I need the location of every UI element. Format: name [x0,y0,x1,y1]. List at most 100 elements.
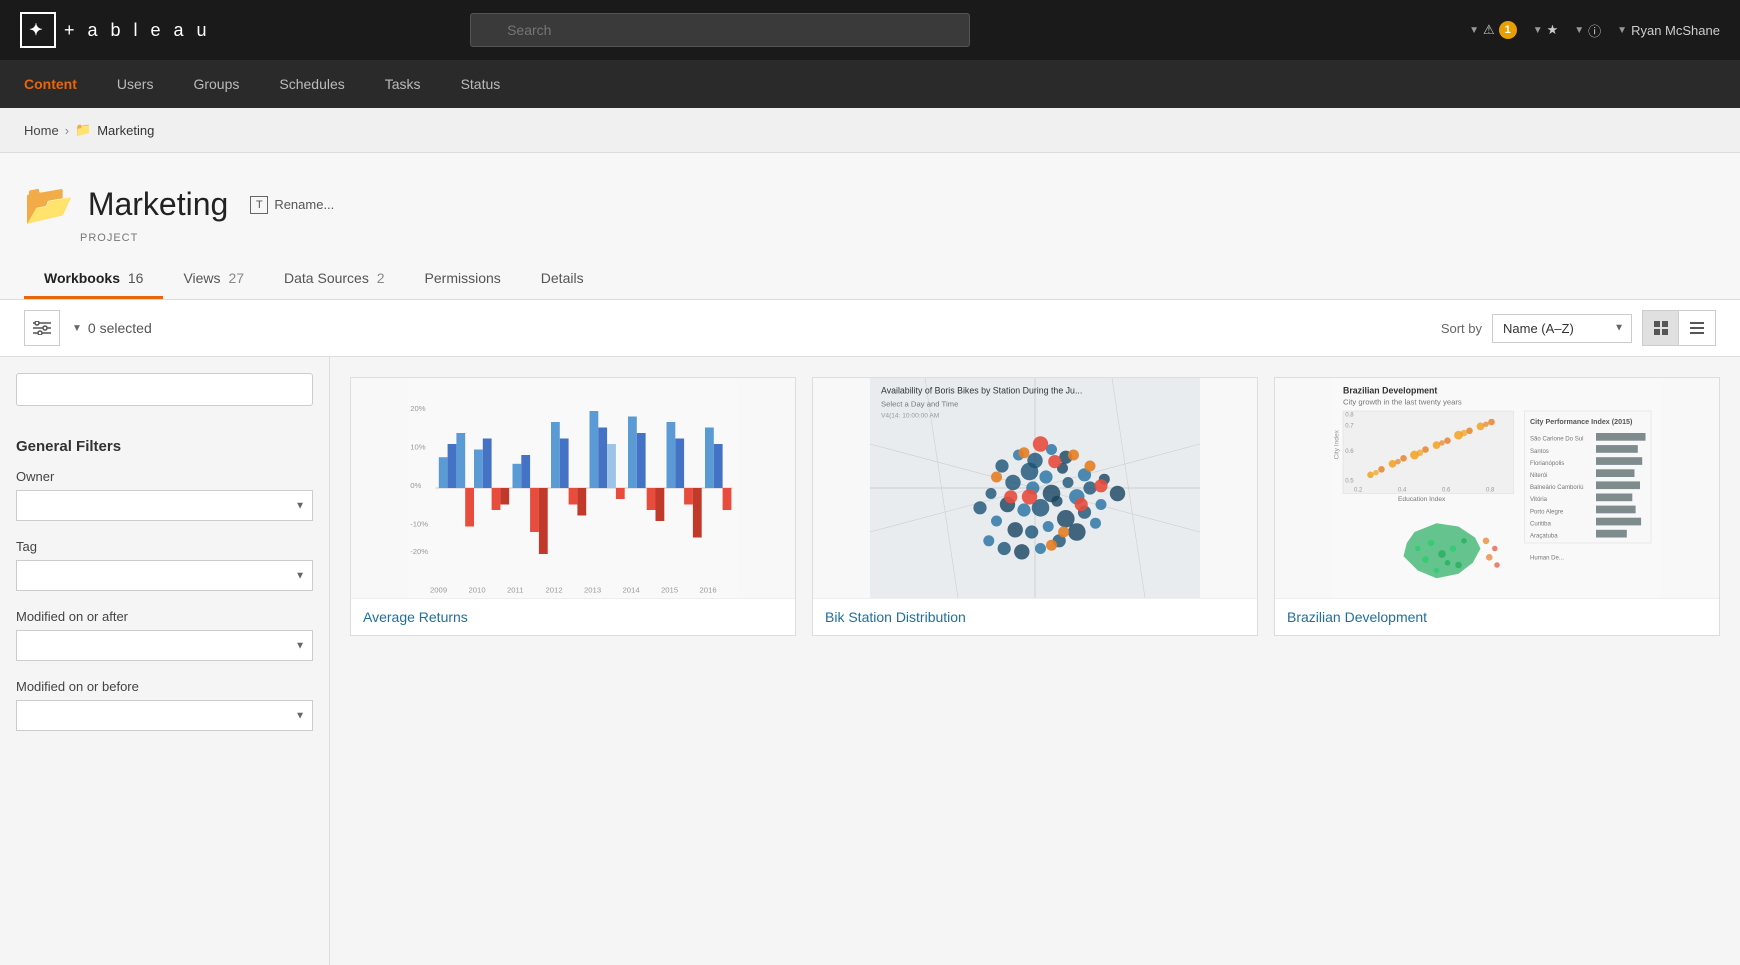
svg-text:City Performance Index (2015): City Performance Index (2015) [1530,418,1633,426]
breadcrumb-home[interactable]: Home [24,123,59,138]
project-type: PROJECT [24,232,1716,244]
svg-text:São Carlone Do Sul: São Carlone Do Sul [1530,437,1583,443]
user-menu-button[interactable]: ▼ Ryan McShane [1617,23,1720,38]
svg-text:0.8: 0.8 [1345,413,1354,419]
svg-text:2011: 2011 [507,586,524,595]
svg-text:Select a Day and Time: Select a Day and Time [881,400,958,409]
search-input[interactable] [470,13,970,47]
svg-text:0.7: 0.7 [1345,424,1354,430]
svg-text:V4(14: 10:00:00 AM: V4(14: 10:00:00 AM [881,413,939,420]
svg-text:City growth in the last twenty: City growth in the last twenty years [1343,397,1462,406]
tab-views-label: Views [183,270,220,286]
nav-users[interactable]: Users [117,62,154,106]
filter-owner-select[interactable] [16,490,313,521]
filter-icon [33,321,51,335]
svg-text:10%: 10% [410,443,426,452]
svg-text:Vitória: Vitória [1530,497,1548,503]
project-title-row: 📂 Marketing T Rename... [24,181,1716,228]
svg-text:Brazilian Development: Brazilian Development [1343,385,1437,395]
workbook-title-bik-station: Bik Station Distribution [813,598,1257,635]
filter-group-tag: Tag [16,539,313,591]
breadcrumb-current: Marketing [97,123,154,138]
svg-text:2010: 2010 [469,586,486,595]
filter-owner-label: Owner [16,469,313,484]
tab-workbooks[interactable]: Workbooks 16 [24,260,163,299]
tab-details[interactable]: Details [521,260,604,299]
tabs: Workbooks 16 Views 27 Data Sources 2 Per… [24,260,1716,299]
svg-text:2016: 2016 [700,586,717,595]
rename-label: Rename... [274,197,334,212]
grid-view-button[interactable] [1643,311,1679,345]
svg-text:Niterói: Niterói [1530,473,1547,479]
list-view-button[interactable] [1679,311,1715,345]
user-chevron: ▼ [1617,25,1627,36]
project-folder-icon: 📂 [24,181,74,228]
info-button[interactable]: ▼ ⓘ [1574,21,1601,40]
info-chevron: ▼ [1574,25,1584,36]
nav-groups[interactable]: Groups [193,62,239,106]
filter-modified-before-select[interactable] [16,700,313,731]
workbook-card-brazilian-dev[interactable]: Brazilian Development City growth in the… [1274,377,1720,636]
tab-data-sources-label: Data Sources [284,270,369,286]
filter-modified-after-select[interactable] [16,630,313,661]
tab-views[interactable]: Views 27 [163,260,264,299]
svg-text:-20%: -20% [410,547,428,556]
workbook-title-average-returns: Average Returns [351,598,795,635]
svg-text:20%: 20% [410,404,426,413]
filter-tag-wrapper [16,560,313,591]
star-icon: ★ [1547,22,1559,38]
svg-text:2009: 2009 [430,586,447,595]
alert-button[interactable]: ▼ ⚠ 1 [1469,21,1517,39]
tab-workbooks-count: 16 [128,270,144,286]
brazilian-dev-chart: Brazilian Development City growth in the… [1275,378,1719,598]
project-title: Marketing [88,186,229,223]
card-thumbnail-average-returns: 2009 2010 2011 2012 2013 2014 2015 2016 … [351,378,795,598]
workbook-card-bik-station[interactable]: Availability of Boris Bikes by Station D… [812,377,1258,636]
sort-select-wrapper: Name (A–Z) Name (Z–A) Date Modified Date… [1492,314,1632,343]
svg-text:Araçatuba: Araçatuba [1530,534,1558,540]
sidebar-search-input[interactable] [16,373,313,406]
chevron-down-icon: ▼ [72,323,82,334]
filter-modified-after-wrapper [16,630,313,661]
svg-text:0.4: 0.4 [1398,487,1407,493]
tab-views-count: 27 [228,270,244,286]
selected-label[interactable]: ▼ 0 selected [72,320,152,336]
filter-group-modified-after: Modified on or after [16,609,313,661]
secondary-nav: Content Users Groups Schedules Tasks Sta… [0,60,1740,108]
toolbar: ▼ 0 selected Sort by Name (A–Z) Name (Z–… [0,300,1740,357]
svg-text:Porto Alegre: Porto Alegre [1530,509,1564,515]
svg-text:0.5: 0.5 [1345,479,1354,485]
tab-data-sources[interactable]: Data Sources 2 [264,260,405,299]
favorites-button[interactable]: ▼ ★ [1533,22,1559,38]
card-thumbnail-brazilian-dev: Brazilian Development City growth in the… [1275,378,1719,598]
top-nav: ✦ + a b l e a u 🔍 ▼ ⚠ 1 ▼ ★ ▼ ⓘ ▼ Ryan M… [0,0,1740,60]
breadcrumb: Home › 📁 Marketing [0,108,1740,153]
sort-select[interactable]: Name (A–Z) Name (Z–A) Date Modified Date… [1492,314,1632,343]
svg-text:0.6: 0.6 [1442,487,1451,493]
view-toggle [1642,310,1716,346]
sort-by-label: Sort by [1441,321,1482,336]
svg-text:0.6: 0.6 [1345,449,1354,455]
filter-tag-select[interactable] [16,560,313,591]
nav-status[interactable]: Status [461,62,501,106]
selected-count: 0 selected [88,320,152,336]
workbook-title-brazilian-dev: Brazilian Development [1275,598,1719,635]
nav-schedules[interactable]: Schedules [279,62,344,106]
svg-text:0.8: 0.8 [1486,487,1495,493]
tab-workbooks-label: Workbooks [44,270,120,286]
filter-modified-after-label: Modified on or after [16,609,313,624]
rename-button[interactable]: T Rename... [250,196,334,214]
breadcrumb-separator: › [65,123,69,138]
svg-text:Availability of Boris Bikes by: Availability of Boris Bikes by Station D… [881,385,1082,395]
workbook-card-average-returns[interactable]: 2009 2010 2011 2012 2013 2014 2015 2016 … [350,377,796,636]
svg-text:Human De...: Human De... [1530,556,1564,562]
nav-tasks[interactable]: Tasks [385,62,421,106]
svg-text:Education Index: Education Index [1398,496,1446,503]
search-wrapper: 🔍 [470,13,970,47]
alert-chevron: ▼ [1469,25,1479,36]
tab-permissions[interactable]: Permissions [405,260,521,299]
svg-text:City Index: City Index [1334,429,1341,459]
nav-content[interactable]: Content [24,62,77,106]
filter-button[interactable] [24,310,60,346]
svg-text:Balneário Camboriú: Balneário Camboriú [1530,485,1583,491]
